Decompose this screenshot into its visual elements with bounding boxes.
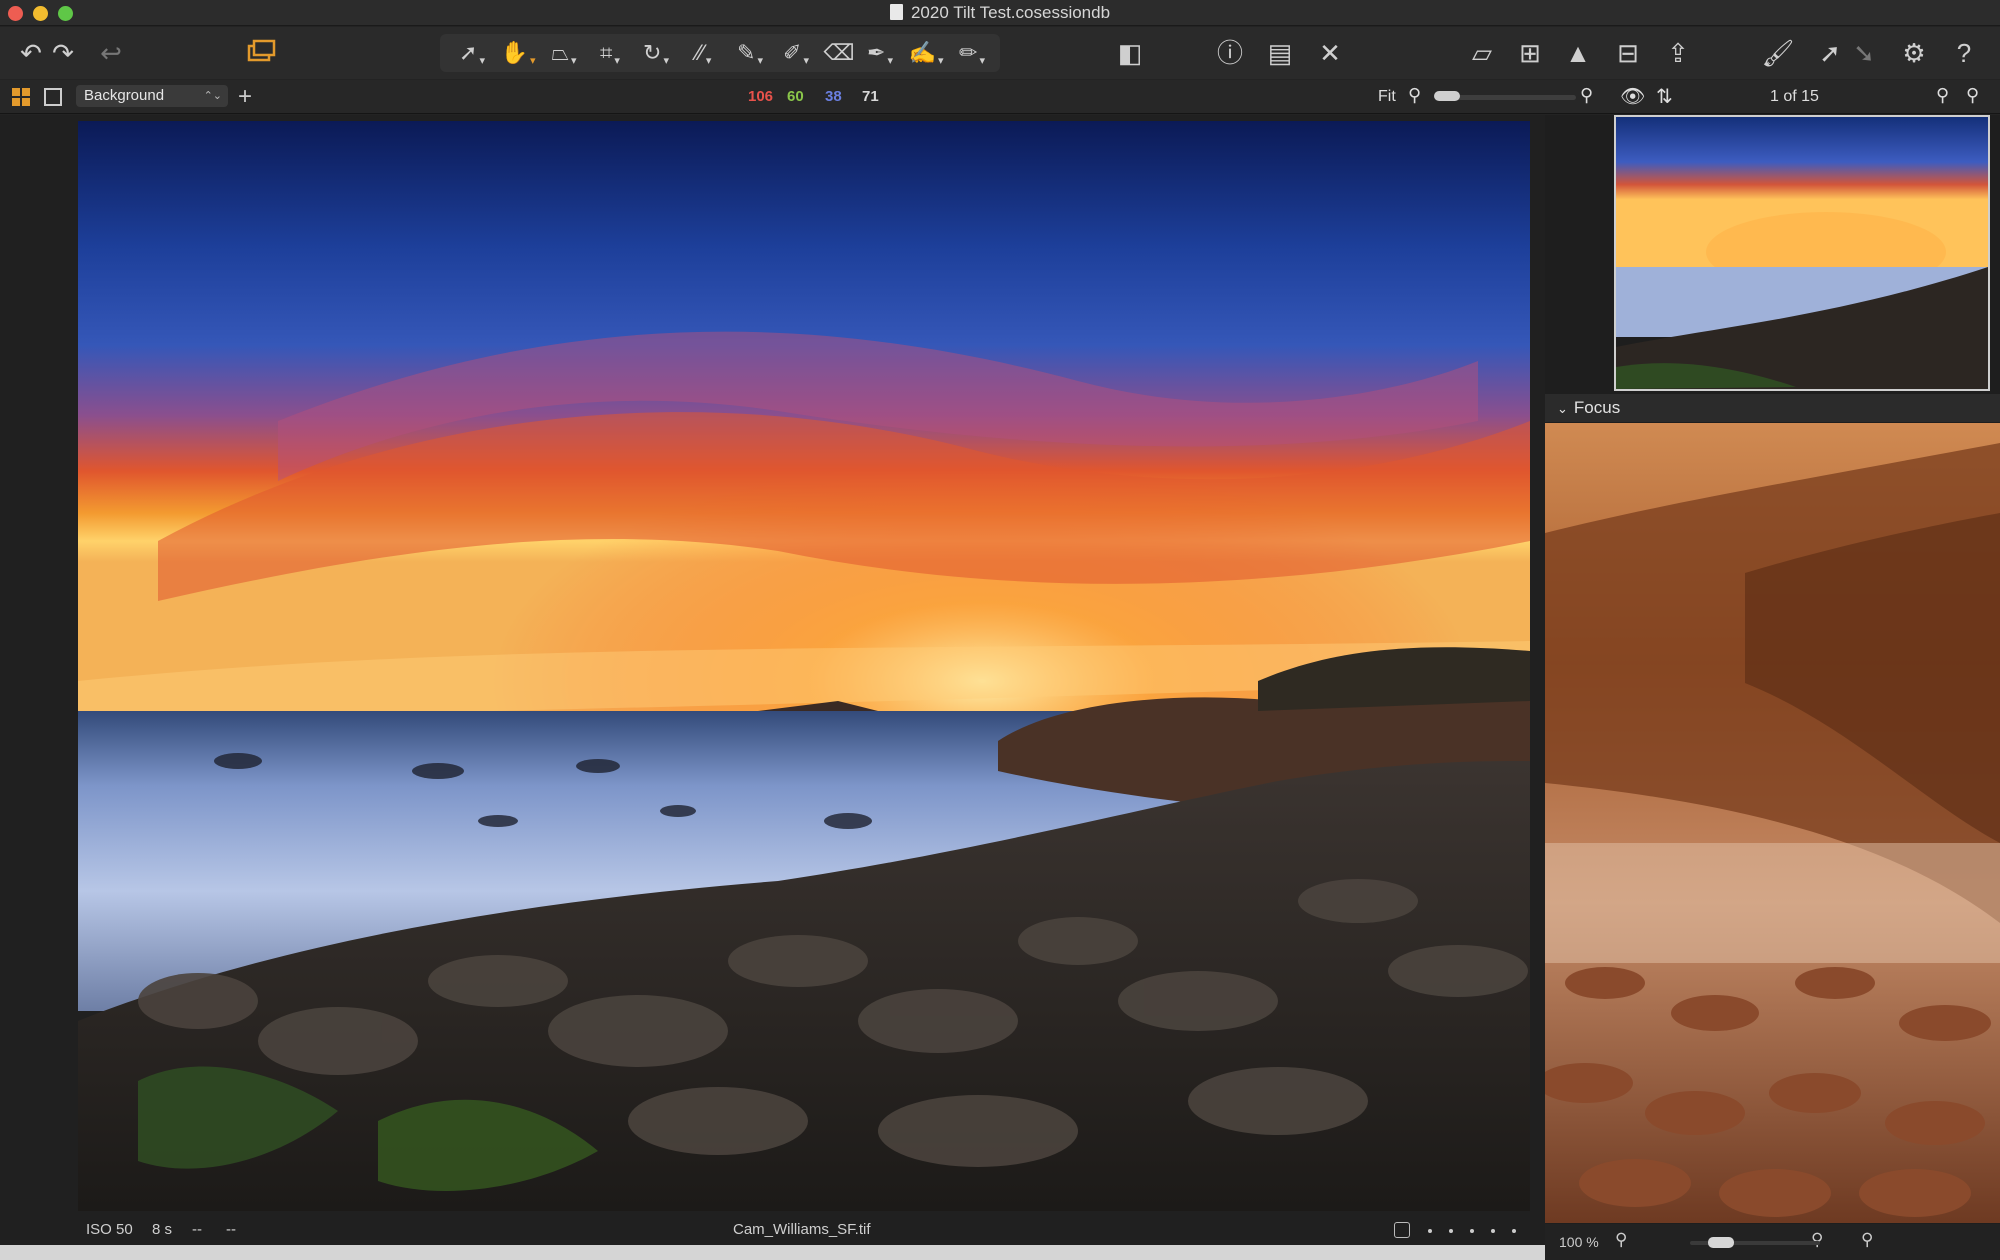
compare-icon[interactable]: ◧ [1110, 37, 1150, 69]
rgb-red-value: 106 [748, 88, 774, 105]
browser-toggle-icon[interactable]: ▤ [1262, 37, 1298, 69]
grid-view-icon[interactable]: ⊞ [1512, 37, 1548, 69]
pan-tool-icon[interactable]: ✋ ▾ [498, 37, 538, 69]
focus-title: Focus [1573, 398, 1621, 417]
rating-dot[interactable] [1491, 1229, 1495, 1233]
zoom-fit-label[interactable]: Fit [1378, 88, 1396, 106]
rgb-green-value: 60 [787, 88, 804, 105]
document-icon [889, 4, 903, 20]
info-icon[interactable]: ⓘ [1212, 37, 1248, 69]
main-photo[interactable] [78, 121, 1530, 1211]
viewer-subbar: Background ⌃⌄ + 106 60 38 71 Fit ⚲ ⚲ 👁 ⇅… [0, 80, 2000, 114]
layer-select[interactable]: Background ⌃⌄ [76, 85, 228, 107]
redo-icon[interactable]: ↷ [48, 37, 78, 69]
updown-chevron-icon: ⌃⌄ [203, 90, 222, 102]
cursor-tools-group: ➚ ▾ ✋ ▾ ⏢ ▾ ⌗ ▾ ↻ ▾ ⁄⁄ ▾ ✎ ▾ ✐ ▾ ⌫ ✒ ▾ ✍ ▾ ✏ ▾ [440, 34, 1000, 72]
help-icon[interactable]: ? [1946, 37, 1982, 69]
browser-zoom-icon[interactable]: ⚲ [1966, 85, 1979, 106]
focus-zoom-in-icon[interactable]: ⚲ [1811, 1230, 1823, 1250]
focus-zoom-out-icon[interactable]: ⚲ [1615, 1230, 1627, 1250]
rating-dot[interactable] [1428, 1229, 1432, 1233]
variants-icon[interactable] [244, 37, 280, 69]
capture-one-window: 2020 Tilt Test.cosessiondb ↶ ↷ ↩ ➚ ▾ ✋ ▾ ⏢… [0, 0, 2000, 1260]
viewer: ISO 50 8 s -- -- Cam_Williams_SF.tif [0, 115, 1545, 1245]
sort-icon[interactable]: ⇅ [1656, 84, 1673, 109]
apply-arrow-icon[interactable]: ➚ [1812, 37, 1848, 69]
rating-dot[interactable] [1470, 1229, 1474, 1233]
settings-icon[interactable]: ⚙ [1896, 37, 1932, 69]
window-title: 2020 Tilt Test.cosessiondb [910, 3, 1111, 22]
luminance-value: 71 [862, 88, 879, 105]
shutter-value: 8 s [152, 1221, 173, 1238]
edit-icon[interactable]: ▱ [1464, 37, 1500, 69]
image-counter: 1 of 15 [1770, 88, 1819, 105]
tools-icon[interactable]: ✕ [1312, 37, 1348, 69]
rating-dot[interactable] [1512, 1229, 1516, 1233]
rgb-blue-value: 38 [825, 88, 842, 105]
select-checkbox[interactable] [1394, 1222, 1410, 1238]
exposure-warning-icon[interactable]: ▲ [1560, 37, 1596, 69]
crop-tool-icon[interactable]: ⌗ ▾ [590, 37, 630, 69]
chevron-down-icon: ⌄ [1557, 401, 1568, 416]
annotation-tool-icon[interactable]: ✍ ▾ [906, 37, 946, 69]
background-dock-strip [0, 1245, 1545, 1260]
cursor-tool-icon[interactable]: ➚ ▾ [452, 37, 492, 69]
window-title-wrap: 2020 Tilt Test.cosessiondb [0, 3, 2000, 23]
filename: Cam_Williams_SF.tif [733, 1221, 871, 1238]
grid-overlay-icon[interactable]: ⊟ [1610, 37, 1646, 69]
rating-dot[interactable] [1449, 1229, 1453, 1233]
focal-value: -- [226, 1221, 236, 1238]
zoom-slider-knob[interactable] [1434, 91, 1460, 101]
aperture-value: -- [192, 1221, 202, 1238]
single-view-icon[interactable] [44, 88, 62, 106]
brush-tool-icon[interactable]: ✎ ▾ [730, 37, 770, 69]
focus-zoom-knob[interactable] [1708, 1237, 1734, 1248]
undo-icon[interactable]: ↶ [16, 37, 46, 69]
add-layer-icon[interactable]: + [238, 83, 252, 111]
straighten-tool-icon[interactable]: ⁄⁄ ▾ [684, 37, 724, 69]
eye-icon[interactable]: 👁 [1620, 84, 1645, 109]
image-info-bar: ISO 50 8 s -- -- Cam_Williams_SF.tif [0, 1213, 1545, 1245]
zoom-slider-track[interactable] [1440, 95, 1576, 100]
copy-arrow-icon[interactable]: ➘ [1846, 37, 1882, 69]
pen-tool-icon[interactable]: ✏ ▾ [952, 37, 992, 69]
focus-preview[interactable] [1545, 423, 2000, 1223]
picker-tool-icon[interactable]: ✒ ▾ [860, 37, 900, 69]
focus-magnifier-icon[interactable]: ⚲ [1861, 1230, 1873, 1250]
brush-icon[interactable]: 🖌 [1760, 37, 1796, 69]
eraser-tool-icon[interactable]: ✐ ▾ [776, 37, 816, 69]
iso-value: ISO 50 [86, 1221, 133, 1238]
focus-zoom-value: 100 % [1559, 1234, 1599, 1250]
export-icon[interactable]: ⇪ [1660, 37, 1696, 69]
browser-thumbnail[interactable] [1614, 115, 1990, 391]
keystone-tool-icon[interactable]: ⏢ ▾ [544, 37, 584, 69]
rotate-tool-icon[interactable]: ↻ ▾ [636, 37, 676, 69]
focus-panel-header[interactable]: ⌄ Focus [1545, 394, 2000, 422]
zoom-out-icon[interactable]: ⚲ [1408, 85, 1421, 106]
main-toolbar: ↶ ↷ ↩ ➚ ▾ ✋ ▾ ⏢ ▾ ⌗ ▾ ↻ ▾ ⁄⁄ ▾ ✎ ▾ ✐ ▾ ⌫ ✒ ▾ ✍ ▾ ✏… [0, 27, 2000, 79]
reset-icon[interactable]: ↩ [96, 37, 126, 69]
search-icon[interactable]: ⚲ [1936, 85, 1949, 106]
zoom-in-icon[interactable]: ⚲ [1580, 85, 1593, 106]
gradient-tool-icon[interactable]: ⌫ [822, 37, 856, 69]
multi-view-icon[interactable] [12, 88, 30, 106]
layer-select-value: Background [84, 87, 165, 104]
title-bar: 2020 Tilt Test.cosessiondb [0, 0, 2000, 26]
